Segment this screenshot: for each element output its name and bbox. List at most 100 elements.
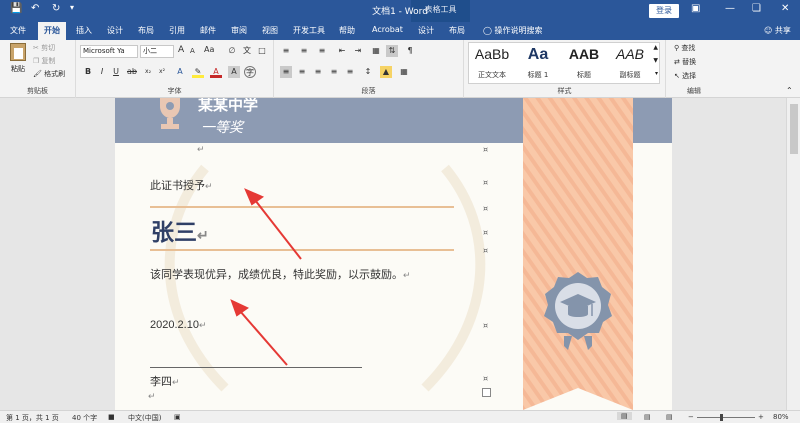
- gallery-down-icon[interactable]: ▼: [653, 57, 658, 64]
- tell-me-search[interactable]: ◯ 操作说明搜索: [483, 25, 543, 36]
- style-subtitle[interactable]: AAB 副标题: [607, 43, 653, 83]
- align-center-icon[interactable]: ≡: [296, 66, 308, 78]
- enclose-char-icon[interactable]: 字: [244, 66, 256, 78]
- vertical-scrollbar[interactable]: [786, 98, 800, 410]
- paragraph-label: 段落: [361, 87, 376, 95]
- tab-insert[interactable]: 插入: [76, 25, 92, 36]
- share-button[interactable]: ☺ 共享: [764, 25, 791, 36]
- paste-button[interactable]: 粘贴: [6, 43, 30, 79]
- close-icon[interactable]: ✕: [781, 3, 789, 14]
- shading-icon[interactable]: ▲: [380, 66, 392, 78]
- brush-icon: 🖌: [33, 70, 42, 78]
- tab-mailings[interactable]: 邮件: [200, 25, 216, 36]
- distribute-icon[interactable]: ≡: [344, 66, 356, 78]
- replace-button[interactable]: ⇄ 替换: [674, 57, 696, 67]
- style-body-text[interactable]: AaBb 正文文本: [469, 43, 515, 83]
- tab-developer[interactable]: 开发工具: [293, 25, 325, 36]
- bold-icon[interactable]: B: [82, 66, 94, 78]
- word-count[interactable]: 40 个字: [72, 413, 97, 423]
- shrink-font-button[interactable]: A: [190, 47, 195, 55]
- italic-icon[interactable]: I: [96, 66, 108, 78]
- print-layout-icon[interactable]: ▤: [644, 413, 651, 421]
- tab-home[interactable]: 开始: [38, 22, 66, 40]
- align-right-icon[interactable]: ≡: [312, 66, 324, 78]
- restore-icon[interactable]: ❏: [752, 3, 761, 14]
- clear-format-icon[interactable]: ∅: [226, 45, 238, 57]
- web-layout-icon[interactable]: ▤: [666, 413, 673, 421]
- subscript-icon[interactable]: x₂: [142, 66, 154, 78]
- text-effects-icon[interactable]: A: [174, 66, 186, 78]
- zoom-slider[interactable]: [697, 417, 755, 418]
- line-spacing-icon[interactable]: ↕: [362, 66, 374, 78]
- decrease-indent-icon[interactable]: ⇤: [336, 45, 348, 57]
- justify-icon[interactable]: ≡: [328, 66, 340, 78]
- increase-indent-icon[interactable]: ⇥: [352, 45, 364, 57]
- copy-icon: ❐: [33, 57, 40, 65]
- tab-layout[interactable]: 布局: [138, 25, 154, 36]
- gallery-more-icon[interactable]: ▾: [655, 70, 658, 77]
- macro-icon[interactable]: ▣: [174, 413, 181, 421]
- ribbon-display-icon[interactable]: ▣: [691, 3, 700, 14]
- read-mode-icon[interactable]: ▤: [617, 412, 632, 420]
- strikethrough-icon[interactable]: ab: [126, 66, 138, 78]
- font-group: Microsoft Ya 小二 A A Aa ∅ 文 □ B I U ab x₂…: [76, 40, 274, 98]
- highlight-icon[interactable]: ✎: [192, 66, 204, 78]
- tab-review[interactable]: 审阅: [231, 25, 247, 36]
- select-button[interactable]: ↖ 选择: [674, 71, 696, 81]
- font-color-icon[interactable]: A: [210, 66, 222, 78]
- font-name-dropdown[interactable]: Microsoft Ya: [80, 45, 138, 58]
- tab-table-design[interactable]: 设计: [418, 25, 434, 36]
- font-size-dropdown[interactable]: 小二: [140, 45, 174, 58]
- tab-references[interactable]: 引用: [169, 25, 185, 36]
- styles-gallery: AaBb 正文文本 Aa 标题 1 AAB 标题 AAB 副标题 ▲ ▼ ▾: [468, 42, 660, 84]
- proofing-icon[interactable]: ■: [108, 413, 115, 421]
- zoom-level[interactable]: 80%: [773, 413, 789, 421]
- tab-view[interactable]: 视图: [262, 25, 278, 36]
- numbering-icon[interactable]: ≡: [298, 45, 310, 57]
- tab-help[interactable]: 帮助: [339, 25, 355, 36]
- font-label: 字体: [167, 87, 182, 95]
- tab-file[interactable]: 文件: [10, 25, 26, 36]
- cut-button[interactable]: ✂ 剪切: [33, 43, 55, 53]
- align-left-icon[interactable]: ≡: [280, 66, 292, 78]
- grow-font-button[interactable]: A: [178, 45, 184, 55]
- arrow-to-grant-line: [244, 188, 302, 260]
- tab-acrobat[interactable]: Acrobat: [372, 25, 403, 34]
- multilevel-icon[interactable]: ≡: [316, 45, 328, 57]
- magnifier-icon: ⚲: [674, 44, 680, 52]
- superscript-icon[interactable]: x²: [156, 66, 168, 78]
- char-shading-icon[interactable]: A: [228, 66, 240, 78]
- copy-button[interactable]: ❐ 复制: [33, 56, 56, 66]
- window-title: 文档1 - Word: [372, 7, 428, 17]
- clipboard-group: 粘贴 ✂ 剪切 ❐ 复制 🖌 格式刷 剪贴板: [0, 40, 76, 98]
- char-border-icon[interactable]: □: [256, 45, 268, 57]
- clipboard-icon: [10, 43, 26, 61]
- tab-table-layout[interactable]: 布局: [449, 25, 465, 36]
- certificate-page[interactable]: 某某中学 一等奖 ↵ ¤ 此证书授予↵ ¤ ¤ 张三↵ ¤ ¤ 该同学表现优异，…: [115, 98, 672, 410]
- sort-icon[interactable]: ⇅: [386, 45, 398, 57]
- phonetic-guide-icon[interactable]: 文: [241, 45, 253, 57]
- collapse-ribbon-icon[interactable]: ⌃: [786, 86, 793, 95]
- clipboard-label: 剪贴板: [27, 87, 48, 95]
- language-indicator[interactable]: 中文(中国): [128, 413, 161, 423]
- zoom-out-icon[interactable]: −: [688, 413, 694, 421]
- bullets-icon[interactable]: ≡: [280, 45, 292, 57]
- change-case-button[interactable]: Aa: [204, 45, 214, 54]
- borders-icon[interactable]: ▦: [398, 66, 410, 78]
- lightbulb-icon: ◯: [483, 26, 492, 35]
- find-button[interactable]: ⚲ 查找: [674, 43, 695, 53]
- format-painter-button[interactable]: 🖌 格式刷: [33, 69, 65, 79]
- gallery-up-icon[interactable]: ▲: [653, 44, 658, 51]
- scroll-thumb[interactable]: [790, 104, 798, 154]
- zoom-slider-thumb[interactable]: [720, 414, 723, 421]
- page-count[interactable]: 第 1 页，共 1 页: [6, 413, 59, 423]
- zoom-in-icon[interactable]: +: [758, 413, 764, 421]
- tab-design[interactable]: 设计: [107, 25, 123, 36]
- minimize-icon[interactable]: —: [725, 3, 735, 14]
- login-button[interactable]: 登录: [649, 4, 679, 18]
- underline-icon[interactable]: U: [110, 66, 122, 78]
- chinese-layout-icon[interactable]: ▦: [370, 45, 382, 57]
- show-marks-icon[interactable]: ¶: [404, 45, 416, 57]
- style-title[interactable]: AAB 标题: [561, 43, 607, 83]
- style-heading-1[interactable]: Aa 标题 1: [515, 43, 561, 83]
